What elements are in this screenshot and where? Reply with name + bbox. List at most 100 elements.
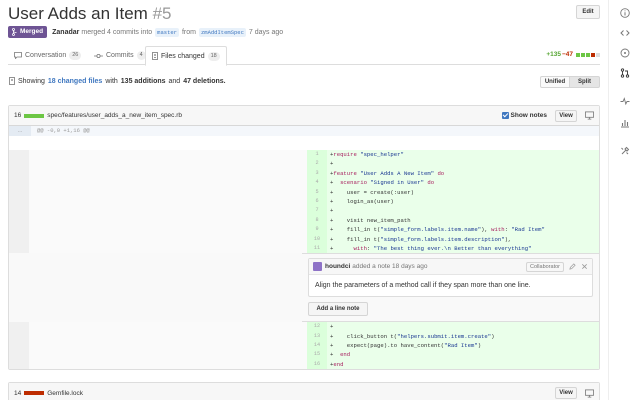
line-code: + login_as(user) <box>330 197 394 205</box>
diff-line[interactable]: 10 + fill_in t("simple_form.labels.item.d… <box>307 234 599 244</box>
line-number[interactable]: 4 <box>307 178 327 188</box>
settings-icon[interactable] <box>620 146 630 156</box>
tab-counter: 18 <box>207 51 220 61</box>
view-file-button[interactable]: View <box>555 109 577 122</box>
diff-line[interactable]: 4 + scenario "Signed in User" do <box>307 178 599 188</box>
toc-summary: Showing 18 changed files with 135 additi… <box>9 77 226 85</box>
line-number[interactable]: 11 <box>307 243 327 254</box>
diffstat-block <box>40 113 45 118</box>
tab-conversation[interactable]: Conversation 26 <box>8 46 87 65</box>
file-path[interactable]: spec/features/user_adds_a_new_item_spec.… <box>47 112 182 119</box>
diff-line[interactable]: 12 + <box>307 322 599 332</box>
desktop-icon[interactable] <box>585 111 594 120</box>
toc-with: with <box>105 77 118 85</box>
toc-additions: 135 additions <box>120 77 166 85</box>
right-pane: 12 +13 + click_button t("helpers.submit.it… <box>307 322 599 370</box>
view-file-button[interactable]: View <box>555 387 577 399</box>
head-branch[interactable]: zmAddItemSpec <box>198 27 246 37</box>
pr-title-text: User Adds an Item <box>8 4 148 23</box>
line-number[interactable]: 5 <box>307 187 327 197</box>
diff-line[interactable]: 3 +feature "User Adds A New Item" do <box>307 168 599 179</box>
file-actions: View <box>555 387 594 399</box>
graph-icon[interactable] <box>620 118 630 128</box>
code-icon[interactable] <box>620 28 630 38</box>
diff-table: ... @@ -0,0 +1,16 @@ 1 +require "spec_hel… <box>9 126 599 370</box>
comment-row: houndci added a note 18 days ago Collabo… <box>9 253 599 323</box>
tab-label: Files changed <box>161 52 205 60</box>
line-number[interactable]: 14 <box>307 341 327 351</box>
diff-line[interactable]: 9 + fill_in t("simple_form.labels.item.na… <box>307 225 599 235</box>
tab-commits[interactable]: Commits 4 <box>88 46 152 65</box>
diff-line[interactable]: 16 +end <box>307 359 599 370</box>
show-notes-toggle[interactable]: Show notes <box>501 112 547 119</box>
line-code: + end <box>330 351 351 359</box>
diff-line[interactable]: 2 + <box>307 159 599 169</box>
avatar[interactable] <box>313 262 322 272</box>
file-diff: 16 spec/features/user_adds_a_new_item_sp… <box>8 105 600 371</box>
line-number[interactable]: 2 <box>307 159 327 169</box>
comment-author[interactable]: houndci <box>325 263 350 270</box>
line-number[interactable]: 1 <box>307 150 327 160</box>
file-path[interactable]: Gemfile.lock <box>47 390 83 397</box>
file-diff: 14 Gemfile.lock View <box>8 382 600 400</box>
line-number[interactable]: 13 <box>307 331 327 342</box>
edit-button[interactable]: Edit <box>576 5 600 19</box>
toc-deletions: 47 deletions. <box>183 77 226 85</box>
file-change-count: 16 <box>14 112 22 119</box>
diffstat-deletions: −47 <box>561 51 573 58</box>
diff-line[interactable]: 11 + with: "The best thing ever.\n Better… <box>307 243 599 254</box>
diff-line[interactable]: 14 + expect(page).to have_content("Rad It… <box>307 341 599 351</box>
issue-icon[interactable] <box>620 48 630 58</box>
line-number[interactable]: 15 <box>307 350 327 360</box>
diffstat-block <box>596 52 600 57</box>
pr-number: #5 <box>152 4 172 23</box>
diff-line[interactable]: 6 + login_as(user) <box>307 196 599 207</box>
diff-view-toggle: Unified Split <box>540 76 600 88</box>
diff-line[interactable]: 7 + <box>307 206 599 216</box>
diffstat: +135 −47 <box>546 51 600 58</box>
right-pane: 1 +require "spec_helper" 2 +3 +feature "User… <box>307 150 599 254</box>
info-icon[interactable] <box>620 8 630 18</box>
line-number[interactable]: 7 <box>307 206 327 216</box>
state-label: Merged <box>20 28 44 35</box>
pr-meta: Merged Zanadar merged 4 commits into mas… <box>8 26 283 38</box>
line-number[interactable]: 8 <box>307 215 327 226</box>
line-code: +feature "User Adds A New Item" do <box>330 169 445 177</box>
toc-files-link[interactable]: 18 changed files <box>48 78 102 85</box>
show-notes-checkbox[interactable] <box>501 112 509 119</box>
comment-thread: houndci added a note 18 days ago Collabo… <box>302 253 599 323</box>
diff-line[interactable]: 13 + click_button t("helpers.submit.item.… <box>307 331 599 342</box>
unified-button[interactable]: Unified <box>540 76 570 88</box>
pulse-icon[interactable] <box>620 96 630 106</box>
line-number[interactable]: 6 <box>307 196 327 207</box>
line-number[interactable]: 12 <box>307 322 327 332</box>
pull-request-icon[interactable] <box>620 68 630 78</box>
author-link[interactable]: Zanadar <box>52 29 79 36</box>
desktop-icon[interactable] <box>585 388 594 398</box>
file-diff-icon <box>152 52 158 60</box>
file-diff-icon <box>9 77 15 85</box>
line-number[interactable]: 16 <box>307 359 327 370</box>
diff-line[interactable]: 15 + end <box>307 350 599 360</box>
state-badge: Merged <box>8 26 48 38</box>
merge-time: 7 days ago <box>248 28 284 36</box>
split-button[interactable]: Split <box>570 76 600 88</box>
diff-line[interactable]: 1 +require "spec_helper" <box>307 150 599 160</box>
base-branch[interactable]: master <box>155 27 179 37</box>
from-text: from <box>181 28 196 36</box>
diff-line[interactable]: 8 + visit new_item_path <box>307 215 599 226</box>
add-line-note-button[interactable]: Add a line note <box>308 302 368 317</box>
line-number[interactable]: 3 <box>307 168 327 179</box>
line-number[interactable]: 9 <box>307 225 327 235</box>
line-code: + with: "The best thing ever.\n Better t… <box>330 244 532 252</box>
hunk-expand[interactable]: ... <box>9 126 31 136</box>
tab-files-changed[interactable]: Files changed 18 <box>145 46 227 66</box>
line-code: + <box>330 160 334 168</box>
file-actions: Show notes View <box>501 109 594 122</box>
close-icon[interactable] <box>581 263 588 270</box>
file-header: 16 spec/features/user_adds_a_new_item_sp… <box>9 106 599 126</box>
diff-line[interactable]: 5 + user = create(:user) <box>307 187 599 197</box>
pencil-icon[interactable] <box>569 263 576 270</box>
line-code: +require "spec_helper" <box>330 151 404 158</box>
line-number[interactable]: 10 <box>307 234 327 244</box>
